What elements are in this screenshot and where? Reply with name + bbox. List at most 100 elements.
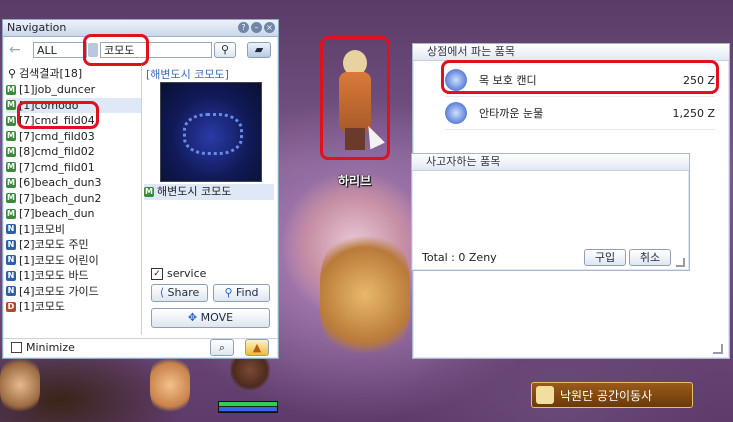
result-label: [7]cmd_fild03	[19, 129, 95, 143]
filter-value: ALL	[37, 44, 57, 57]
npc-badge-icon: N	[6, 255, 16, 266]
map-badge-icon: M	[6, 177, 16, 188]
open-folder-button[interactable]: ▰	[247, 42, 271, 58]
tear-item-icon	[445, 102, 467, 124]
dungeon-badge-icon: D	[6, 301, 16, 312]
checkbox-unchecked-icon	[11, 342, 22, 354]
result-label: [1]코모비	[19, 222, 65, 236]
map-badge-icon: M	[6, 162, 16, 173]
move-button[interactable]: ✥ MOVE	[151, 308, 270, 328]
result-list-item[interactable]: M [8]cmd_fild02	[6, 144, 141, 160]
result-list-item[interactable]: N [1]코모도 어린이	[6, 253, 141, 269]
share-label: Share	[167, 286, 200, 299]
preview-title: [해변도시 코모도]	[146, 68, 229, 81]
search-input[interactable]: 코모도	[100, 42, 212, 58]
map-badge-icon: M	[6, 84, 16, 95]
result-list-item[interactable]: M [7]cmd_fild04	[6, 113, 141, 129]
minimize-checkbox[interactable]: Minimize	[11, 340, 75, 356]
scroll-up-button[interactable]: ▲	[245, 339, 269, 356]
result-list-item[interactable]: M [6]beach_dun3	[6, 175, 141, 191]
minimize-icon[interactable]: –	[251, 22, 262, 33]
folder-icon: ▰	[254, 43, 264, 56]
move-label: MOVE	[200, 311, 234, 324]
haribe-npc-sprite[interactable]	[325, 40, 385, 158]
shop-item-price: 1,250 Z	[672, 106, 715, 120]
minimize-label: Minimize	[26, 341, 75, 354]
result-label: [6]beach_dun3	[19, 176, 102, 189]
result-list-item[interactable]: M [7]beach_dun2	[6, 191, 141, 207]
navigation-titlebar[interactable]: Navigation ? – ×	[3, 20, 278, 37]
search-value: 코모도	[104, 44, 135, 57]
shop-item-name: 안타까운 눈물	[479, 107, 544, 120]
results-list[interactable]: M [1]job_duncer M [1]comodo M [7]cmd_fild04 M[…	[6, 82, 141, 332]
cancel-button[interactable]: 취소	[629, 249, 671, 266]
map-zoom-button[interactable]: ⌕	[210, 339, 234, 356]
result-list-item[interactable]: M [1]comodo	[6, 97, 141, 113]
search-button[interactable]: ⚲	[214, 42, 236, 58]
buy-button[interactable]: 구입	[584, 249, 626, 266]
result-label: [1]job_duncer	[19, 83, 96, 96]
npc-badge-icon: N	[6, 270, 16, 281]
result-list-item[interactable]: D [1]코모도	[6, 299, 141, 315]
list-divider	[141, 65, 142, 335]
help-icon[interactable]: ?	[238, 22, 249, 33]
filter-select[interactable]: ALL	[33, 42, 87, 58]
preview-item-label: 해변도시 코모도	[157, 185, 232, 199]
resize-grip-icon[interactable]	[713, 344, 723, 354]
npc-badge-icon: N	[6, 239, 16, 250]
map-badge-icon: M	[6, 208, 16, 219]
map-preview-image[interactable]	[160, 82, 262, 182]
dancer-npc-sprite[interactable]	[320, 230, 410, 360]
shop-buy-title: 사고자하는 품목	[412, 154, 689, 171]
result-list-item[interactable]: N [2]코모도 주민	[6, 237, 141, 253]
result-label: [4]코모도 가이드	[19, 284, 99, 298]
npc-badge-icon: N	[6, 286, 16, 297]
result-label: [8]cmd_fild02	[19, 145, 95, 158]
move-icon: ✥	[187, 311, 198, 324]
resize-grip-icon[interactable]	[676, 258, 685, 267]
service-checkbox[interactable]: ✓ service	[151, 266, 206, 282]
result-list-item[interactable]: N [1]코모비	[6, 222, 141, 238]
find-label: Find	[236, 286, 259, 299]
map-badge-icon: M	[144, 187, 154, 197]
teleport-npc-label[interactable]: 낙원단 공간이동사	[531, 382, 693, 408]
find-pin-icon: ⚲	[224, 286, 233, 299]
result-list-item[interactable]: M [7]cmd_fild03	[6, 129, 141, 145]
up-arrow-icon: ▲	[252, 341, 262, 354]
shop-item-list[interactable]: 목 보호 캔디 250 Z 안타까운 눈물 1,250 Z	[445, 64, 715, 130]
player-character-sprite[interactable]	[150, 355, 190, 415]
result-list-item[interactable]: N [1]코모도 바드	[6, 268, 141, 284]
villager-sprite[interactable]	[0, 355, 40, 415]
close-icon[interactable]: ×	[264, 22, 275, 33]
result-list-item[interactable]: N [4]코모도 가이드	[6, 284, 141, 300]
map-badge-icon: M	[6, 115, 16, 126]
share-button[interactable]: ⟨ Share	[151, 284, 208, 302]
shop-item-price: 250 Z	[682, 73, 715, 87]
navigation-window: Navigation ? – × ← ALL 코모도 ⚲ ▰ ⚲ 검색결과[18…	[2, 19, 279, 359]
result-label: [1]코모도	[19, 300, 65, 313]
result-list-item[interactable]: M [7]cmd_fild01	[6, 160, 141, 176]
sp-bar	[219, 407, 277, 411]
service-label: service	[167, 267, 207, 280]
navigation-title: Navigation	[7, 21, 67, 34]
result-label: [7]beach_dun2	[19, 191, 102, 205]
preview-selected-item[interactable]: M 해변도시 코모도	[144, 184, 274, 200]
hp-bar	[219, 402, 277, 406]
result-label: [2]코모도 주민	[19, 238, 89, 251]
back-arrow-icon[interactable]: ←	[9, 42, 21, 58]
filter-dropdown-icon[interactable]	[88, 43, 98, 57]
map-badge-icon: M	[6, 100, 16, 111]
player-status-bars	[218, 401, 278, 413]
teleport-icon	[536, 386, 554, 404]
result-list-item[interactable]: M [7]beach_dun	[6, 206, 141, 222]
result-list-item[interactable]: M [1]job_duncer	[6, 82, 141, 98]
shop-item-row[interactable]: 목 보호 캔디 250 Z	[445, 64, 715, 97]
result-label: [7]cmd_fild01	[19, 160, 95, 174]
checkbox-checked-icon: ✓	[151, 267, 163, 280]
map-badge-icon: M	[6, 193, 16, 204]
shop-item-row[interactable]: 안타까운 눈물 1,250 Z	[445, 97, 715, 130]
find-button[interactable]: ⚲ Find	[213, 284, 270, 302]
magnifier-icon: ⌕	[218, 341, 226, 354]
result-label: [7]cmd_fild04	[19, 114, 95, 127]
shop-sell-title: 상점에서 파는 품목	[413, 44, 729, 61]
